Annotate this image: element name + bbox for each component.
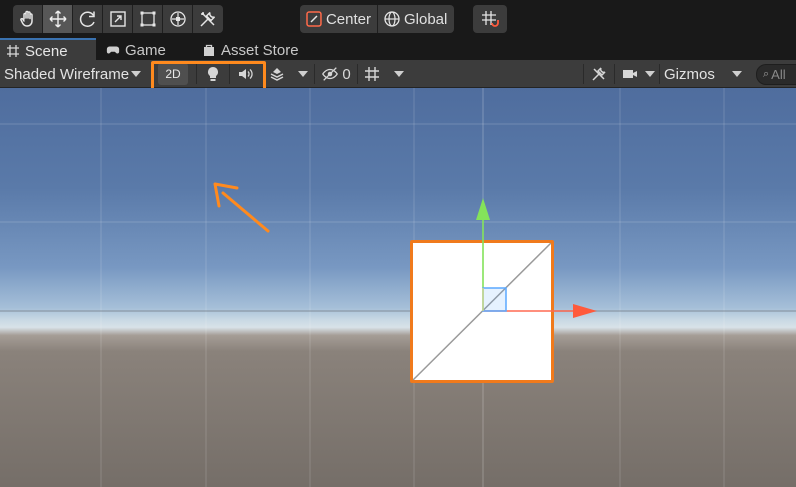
camera-settings-button[interactable] [618,60,642,88]
rect-icon [140,11,155,27]
search-placeholder: All [771,67,786,82]
pivot-mode-label: Center [325,10,371,28]
separator [314,64,315,84]
separator [357,64,358,84]
scene-grid [0,88,796,487]
gizmos-dropdown[interactable] [726,60,748,88]
scene-visibility-toggle[interactable]: 0 [316,60,356,88]
tab-scene[interactable]: Scene [0,38,96,62]
bag-icon [204,44,214,56]
tools-icon [200,11,216,27]
plane-handle [482,287,507,312]
y-axis-handle [476,198,490,220]
shading-mode-label: Shaded Wireframe [4,65,130,83]
separator [614,64,615,84]
search-icon: ⌕ [763,68,770,80]
chevron-down-icon [645,71,655,77]
snap-group [473,5,507,33]
transform-tool-button[interactable] [163,5,193,33]
shading-mode-dropdown[interactable]: Shaded Wireframe [0,60,150,88]
eye-hidden-icon [322,67,339,81]
gamepad-icon [106,46,120,54]
grid-dropdown[interactable] [388,60,410,88]
effects-toggle[interactable] [264,60,290,88]
scale-tool-button[interactable] [103,5,133,33]
rect-tool-button[interactable] [133,5,163,33]
annotation-arrow [213,182,270,233]
tab-game[interactable]: Game [100,38,190,62]
move-gizmo[interactable] [460,196,610,346]
tab-asset-store[interactable]: Asset Store [196,38,326,62]
grid-snap-icon [482,11,499,27]
move-icon [49,10,66,28]
camera-icon [623,70,637,78]
transform-tools [13,5,223,33]
pivot-center-icon [306,11,322,27]
custom-tool-button[interactable] [193,5,223,33]
camera-settings-dropdown[interactable] [642,60,658,88]
chevron-down-icon [732,71,742,77]
globe-icon [384,11,400,27]
hand-icon [19,10,33,27]
editor-tabs: Scene Game Asset Store [0,38,796,62]
transform-icon [169,11,186,27]
rotate-tool-button[interactable] [73,5,103,33]
grid-icon [7,45,19,57]
pivot-rotation-label: Global [404,10,448,28]
hand-tool-button[interactable] [13,5,43,33]
tab-game-label: Game [125,41,166,59]
chevron-down-icon [131,71,142,77]
rotate-icon [79,11,95,27]
main-toolbar: Center Global [0,0,796,38]
pivot-group: Center Global [300,5,454,33]
scale-icon [109,11,126,27]
pivot-mode-button[interactable]: Center [300,5,378,33]
effects-dropdown[interactable] [292,60,314,88]
tab-scene-label: Scene [25,42,68,60]
gizmos-label: Gizmos [664,65,715,83]
pivot-rotation-button[interactable]: Global [378,5,454,33]
tab-asset-store-label: Asset Store [221,41,299,59]
gizmos-button[interactable]: Gizmos [660,60,730,88]
chevron-down-icon [394,71,404,77]
grid-icon [365,67,379,81]
move-tool-button[interactable] [43,5,73,33]
tools-toggle[interactable] [586,60,612,88]
scene-search-input[interactable]: ⌕ All [756,64,796,85]
grid-snap-button[interactable] [473,5,507,33]
tools-icon [592,67,606,81]
x-axis-handle [573,304,597,318]
hidden-count-label: 0 [342,65,351,83]
scene-viewport[interactable] [0,88,796,487]
grid-toggle[interactable] [359,60,385,88]
separator [583,64,584,84]
layers-icon [270,68,284,81]
scene-toolbar: Shaded Wireframe 2D 0 Gizmos ⌕ All [0,60,796,88]
chevron-down-icon [298,71,308,77]
